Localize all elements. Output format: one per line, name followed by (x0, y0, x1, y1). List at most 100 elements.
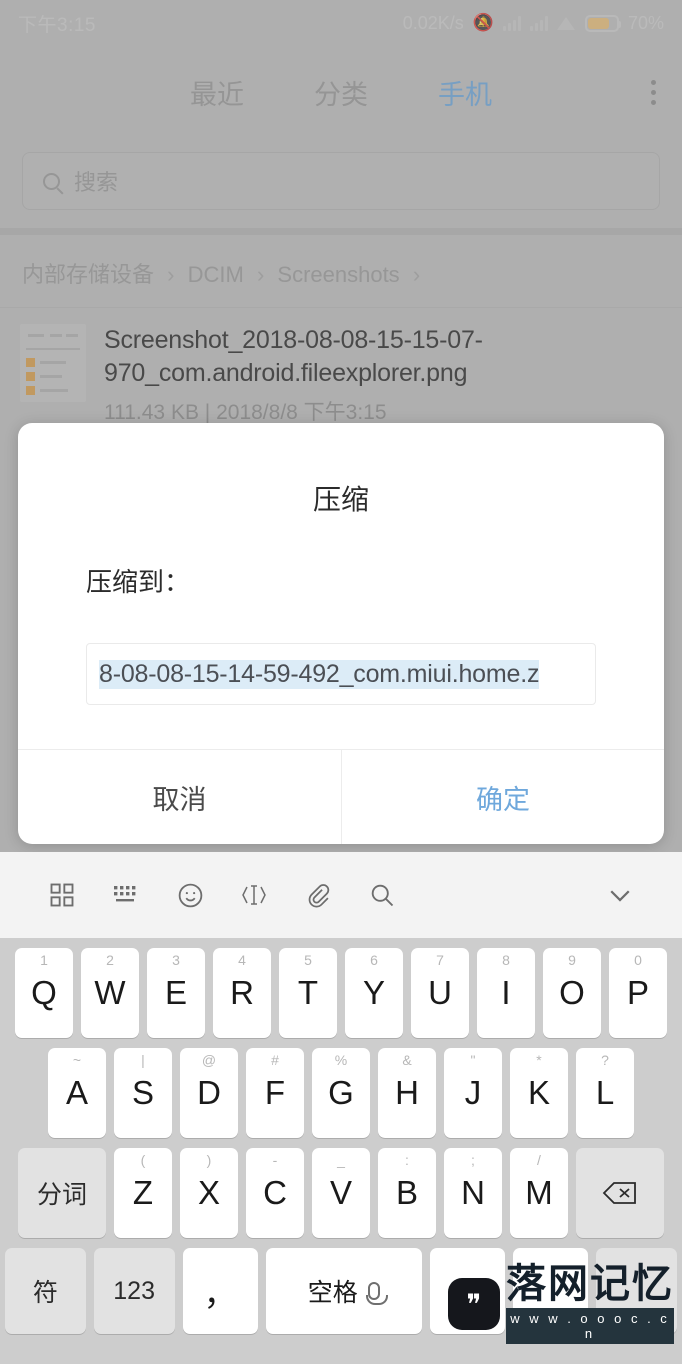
key-q[interactable]: 1Q (15, 948, 73, 1038)
key-sup: ~ (72, 1052, 82, 1068)
key-label: O (559, 974, 585, 1011)
key-sup: 7 (436, 952, 444, 968)
key-sup: : (405, 1152, 409, 1168)
key-sup: % (334, 1052, 348, 1068)
key-g[interactable]: % G (312, 1048, 370, 1138)
keyboard-icon[interactable] (94, 882, 158, 908)
key-sup: & (402, 1052, 412, 1068)
key-label: H (395, 1074, 419, 1111)
key-label: J (464, 1074, 482, 1111)
key-u[interactable]: 7U (411, 948, 469, 1038)
key-label: C (263, 1174, 287, 1211)
keyboard-toolbar (0, 852, 682, 938)
key-b[interactable]: :B (378, 1148, 436, 1238)
compress-dialog: 压缩 压缩到： 8-08-08-15-14-59-492_com.miui.ho… (18, 423, 664, 844)
watermark-text: 落网记忆 w w w . o o o c . c n (506, 1264, 674, 1344)
key-label: G (328, 1074, 354, 1111)
key-r[interactable]: 4R (213, 948, 271, 1038)
chevron-down-icon[interactable] (588, 880, 652, 910)
key-n[interactable]: ; N (444, 1148, 502, 1238)
clipboard-icon[interactable] (286, 881, 350, 909)
key-sup: 5 (304, 952, 312, 968)
search-icon[interactable] (350, 881, 414, 909)
cancel-button[interactable]: 取消 (18, 750, 341, 844)
key-sup: / (537, 1152, 541, 1168)
key-label: K (527, 1074, 550, 1111)
key-label: B (395, 1174, 418, 1211)
key-w[interactable]: 2W (81, 948, 139, 1038)
key-e[interactable]: 3E (147, 948, 205, 1038)
key-l[interactable]: ? L (576, 1048, 634, 1138)
key-sup: @ (201, 1052, 217, 1068)
key-label: M (525, 1174, 553, 1211)
key-sup: 6 (370, 952, 378, 968)
keyboard-row-2: ~ A | S @ D # F % G & H " J * K ? L (5, 1048, 677, 1138)
key-o[interactable]: 9O (543, 948, 601, 1038)
key-sup: 0 (634, 952, 642, 968)
key-label: F (264, 1074, 286, 1111)
key-x[interactable]: ) X (180, 1148, 238, 1238)
key-j[interactable]: " J (444, 1048, 502, 1138)
key-sup: - (272, 1152, 278, 1168)
cursor-move-icon[interactable] (222, 881, 286, 909)
backspace-icon[interactable] (576, 1148, 664, 1238)
key-label: Z (132, 1174, 154, 1211)
dialog-actions: 取消 确定 (18, 749, 664, 844)
key-space-label: 空格 (307, 1279, 358, 1307)
key-m[interactable]: / M (510, 1148, 568, 1238)
key-f[interactable]: # F (246, 1048, 304, 1138)
key-sup: ? (601, 1052, 609, 1068)
key-s[interactable]: | S (114, 1048, 172, 1138)
emoji-icon[interactable] (158, 881, 222, 910)
watermark: ❞ 落网记忆 w w w . o o o c . c n (440, 1246, 682, 1362)
key-label: A (65, 1074, 88, 1111)
confirm-button[interactable]: 确定 (341, 750, 664, 844)
archive-name-value: 8-08-08-15-14-59-492_com.miui.home.z (99, 659, 540, 689)
key-space[interactable]: 空格 (265, 1248, 422, 1334)
key-sup: ( (140, 1152, 146, 1168)
key-sup: 3 (172, 952, 180, 968)
key-sup: 8 (502, 952, 510, 968)
key-segment[interactable]: 分词 (18, 1148, 106, 1238)
key-label: S (131, 1074, 154, 1111)
key-y[interactable]: 6Y (345, 948, 403, 1038)
key-t[interactable]: 5T (279, 948, 337, 1038)
key-sup: " (470, 1052, 476, 1068)
key-p[interactable]: 0P (609, 948, 667, 1038)
key-label: U (428, 974, 452, 1011)
key-numbers[interactable]: 123 (93, 1248, 175, 1334)
key-i[interactable]: 8I (477, 948, 535, 1038)
key-sup: 4 (238, 952, 246, 968)
key-label: W (94, 974, 126, 1011)
soft-keyboard: 1Q 2W 3E 4R 5T 6Y 7U 8I 9O 0P ~ A | S @ D #… (0, 852, 682, 1364)
dialog-title: 压缩 (312, 484, 369, 515)
grid-apps-icon[interactable] (30, 881, 94, 909)
key-label: L (595, 1074, 615, 1111)
watermark-url: w w w . o o o c . c n (506, 1308, 674, 1344)
key-label: Q (31, 974, 57, 1011)
key-label: P (626, 974, 649, 1011)
key-label: R (230, 974, 254, 1011)
dialog-field-wrap: 8-08-08-15-14-59-492_com.miui.home.z (18, 599, 664, 749)
key-d[interactable]: @ D (180, 1048, 238, 1138)
key-label: D (197, 1074, 221, 1111)
key-sup: 9 (568, 952, 576, 968)
key-h[interactable]: & H (378, 1048, 436, 1138)
key-label: V (329, 1174, 352, 1211)
key-sup: 2 (106, 952, 114, 968)
key-sup: | (141, 1052, 145, 1068)
key-symbols[interactable]: 符 (5, 1248, 86, 1334)
key-z[interactable]: (Z (114, 1148, 172, 1238)
archive-name-input[interactable]: 8-08-08-15-14-59-492_com.miui.home.z (86, 643, 596, 705)
key-c[interactable]: -C (246, 1148, 304, 1238)
key-k[interactable]: * K (510, 1048, 568, 1138)
microphone-icon[interactable] (365, 1282, 388, 1305)
keyboard-row-1: 1Q 2W 3E 4R 5T 6Y 7U 8I 9O 0P (5, 948, 677, 1038)
key-label: E (164, 974, 187, 1011)
watermark-title: 落网记忆 (506, 1262, 674, 1306)
key-v[interactable]: _ V (312, 1148, 370, 1238)
key-sup: ; (471, 1152, 475, 1168)
key-a[interactable]: ~ A (48, 1048, 106, 1138)
key-label: N (461, 1174, 485, 1211)
key-comma[interactable]: ， (182, 1248, 258, 1334)
